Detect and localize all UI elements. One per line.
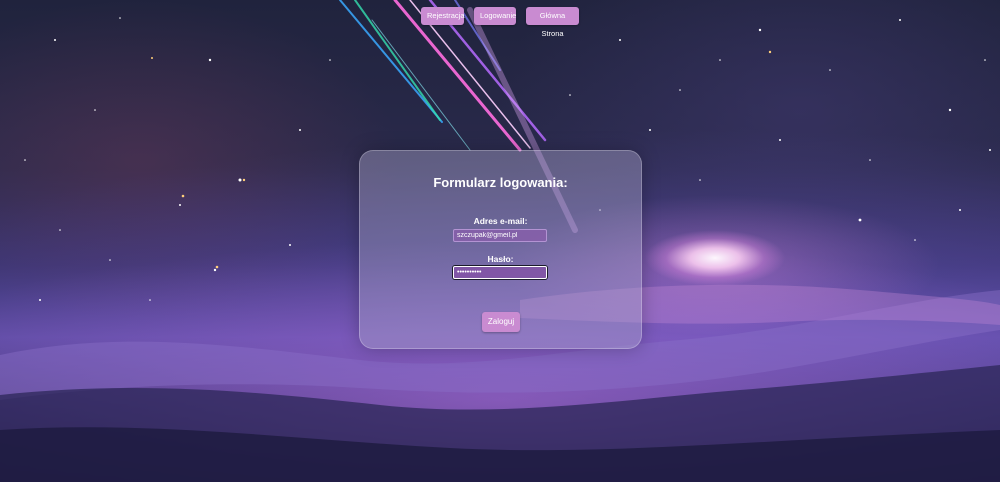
home-page-button[interactable]: Główna Strona <box>526 7 579 38</box>
login-form: Formularz logowania: Adres e-mail: Hasło… <box>359 150 642 349</box>
top-navigation: Rejestracja Logowanie Główna Strona <box>0 7 1000 38</box>
register-button[interactable]: Rejestracja <box>421 7 465 25</box>
login-submit-button[interactable]: Zaloguj <box>482 312 520 332</box>
password-label: Hasło: <box>487 254 514 264</box>
email-input[interactable] <box>453 229 547 242</box>
login-nav-button[interactable]: Logowanie <box>474 7 516 25</box>
email-label: Adres e-mail: <box>473 216 528 226</box>
form-title: Formularz logowania: <box>433 175 568 190</box>
password-input[interactable] <box>453 266 547 279</box>
